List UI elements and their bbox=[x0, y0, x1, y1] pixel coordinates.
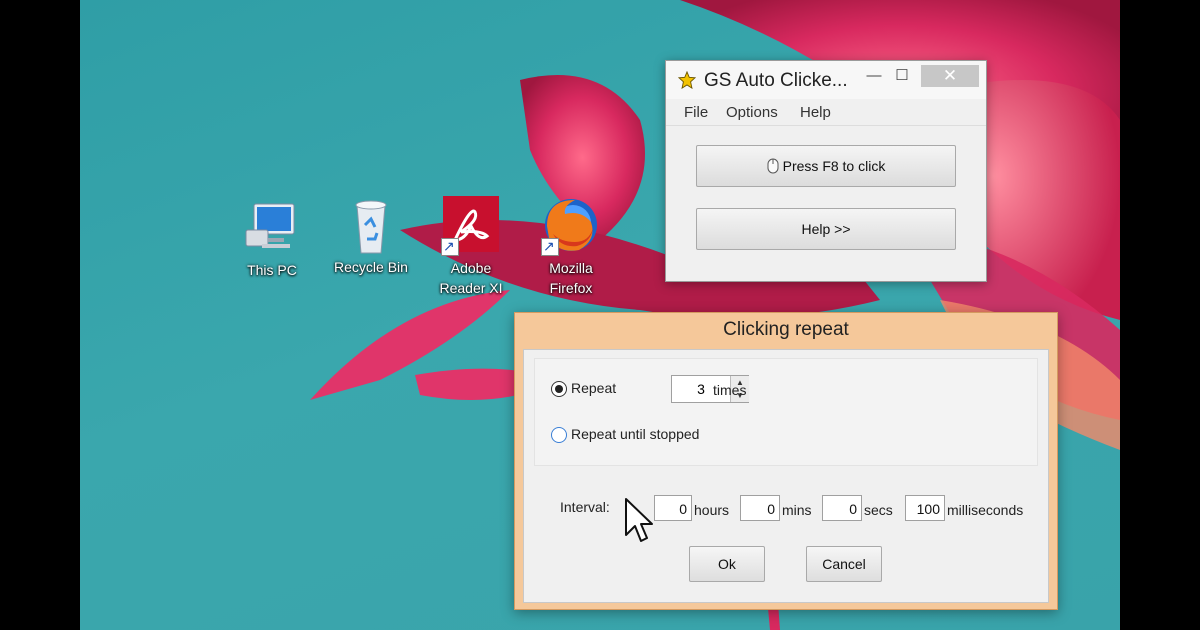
clicking-repeat-dialog: Clicking repeat Repeat 3 ▲ ▼ times Repea… bbox=[514, 312, 1058, 610]
milliseconds-input[interactable]: 100 bbox=[905, 495, 945, 521]
title-bar[interactable]: GS Auto Clicke... — ☐ ✕ bbox=[666, 61, 986, 99]
desktop-icon-label: Recycle Bin bbox=[334, 259, 408, 275]
desktop-icon-label: Adobe bbox=[450, 260, 492, 276]
close-button[interactable]: ✕ bbox=[921, 65, 979, 87]
hours-input[interactable]: 0 bbox=[654, 495, 692, 521]
mouse-icon bbox=[767, 158, 779, 174]
mins-input[interactable]: 0 bbox=[740, 495, 780, 521]
hours-label: hours bbox=[694, 502, 730, 518]
adobe-reader-icon bbox=[441, 196, 501, 256]
cancel-button-label: Cancel bbox=[822, 556, 866, 572]
press-f8-click-button[interactable]: Press F8 to click bbox=[696, 145, 956, 187]
press-f8-label: Press F8 to click bbox=[782, 158, 886, 174]
cancel-button[interactable]: Cancel bbox=[806, 546, 882, 582]
secs-label: secs bbox=[864, 502, 893, 518]
shortcut-arrow-icon bbox=[441, 236, 459, 256]
repeat-radio[interactable] bbox=[551, 381, 567, 397]
dialog-body: Repeat 3 ▲ ▼ times Repeat until stopped … bbox=[523, 349, 1049, 603]
menu-help[interactable]: Help bbox=[800, 104, 831, 121]
repeat-until-stopped-label: Repeat until stopped bbox=[571, 426, 700, 442]
menu-bar: File Options Help bbox=[666, 99, 986, 126]
menu-file[interactable]: File bbox=[684, 104, 708, 121]
menu-options[interactable]: Options bbox=[726, 104, 778, 121]
maximize-button[interactable]: ☐ bbox=[890, 65, 914, 87]
cursor-icon bbox=[625, 498, 653, 542]
times-label: times bbox=[713, 382, 747, 398]
repeat-label: Repeat bbox=[571, 380, 617, 396]
gs-auto-clicker-window: GS Auto Clicke... — ☐ ✕ File Options Hel… bbox=[665, 60, 987, 282]
desktop-icon-label: This PC bbox=[247, 262, 297, 278]
computer-icon bbox=[242, 198, 302, 258]
desktop-icon-label: Reader XI bbox=[439, 280, 503, 296]
ok-button-label: Ok bbox=[718, 556, 736, 572]
recycle-bin-icon bbox=[341, 195, 401, 255]
desktop: This PC Recycle Bin Adobe Reader XI bbox=[80, 0, 1120, 630]
secs-input[interactable]: 0 bbox=[822, 495, 862, 521]
desktop-icon-label: Mozilla bbox=[549, 260, 593, 276]
desktop-icon-recycle-bin[interactable]: Recycle Bin bbox=[326, 195, 416, 277]
firefox-icon bbox=[541, 196, 601, 256]
desktop-icon-label: Firefox bbox=[549, 280, 593, 296]
dialog-title: Clicking repeat bbox=[723, 319, 849, 340]
desktop-icon-this-pc[interactable]: This PC bbox=[227, 198, 317, 280]
mins-label: mins bbox=[782, 502, 812, 518]
repeat-until-stopped-radio[interactable] bbox=[551, 427, 567, 443]
ok-button[interactable]: Ok bbox=[689, 546, 765, 582]
desktop-icon-firefox[interactable]: Mozilla Firefox bbox=[526, 196, 616, 298]
desktop-icon-adobe-reader[interactable]: Adobe Reader XI bbox=[426, 196, 516, 298]
window-title: GS Auto Clicke... bbox=[704, 70, 848, 91]
help-button-label: Help >> bbox=[801, 221, 851, 237]
interval-label: Interval: bbox=[560, 499, 610, 515]
help-expand-button[interactable]: Help >> bbox=[696, 208, 956, 250]
minimize-button[interactable]: — bbox=[862, 65, 886, 87]
milliseconds-label: milliseconds bbox=[947, 502, 1024, 518]
star-icon bbox=[678, 71, 696, 89]
repeat-options-group: Repeat 3 ▲ ▼ times Repeat until stopped bbox=[534, 358, 1038, 466]
shortcut-arrow-icon bbox=[541, 236, 559, 256]
